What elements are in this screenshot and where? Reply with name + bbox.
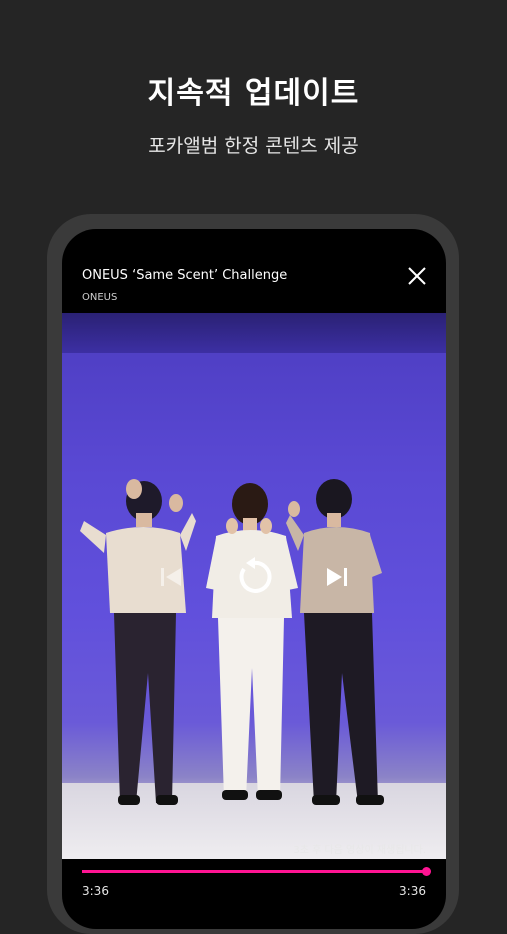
video-person-right: [286, 479, 384, 805]
headline: 지속적 업데이트: [147, 76, 360, 111]
current-time: 3:36: [82, 884, 109, 898]
replay-button[interactable]: [234, 557, 274, 601]
subline: 포카앨범 한정 콘텐츠 제공: [148, 135, 359, 157]
next-button[interactable]: [326, 567, 348, 591]
progress-bar[interactable]: [82, 867, 431, 876]
replay-icon[interactable]: [234, 557, 274, 597]
phone-screen: ONEUS ‘Same Scent’ Challenge ONEUS 3초 후 …: [62, 229, 446, 929]
total-time: 3:36: [399, 884, 426, 898]
progress-knob[interactable]: [421, 867, 431, 876]
video-ceiling: [62, 313, 446, 353]
progress-fill: [82, 870, 426, 873]
video-title: ONEUS ‘Same Scent’ Challenge: [82, 268, 288, 283]
close-icon[interactable]: [406, 265, 428, 287]
video-player[interactable]: 3초 후 다음 영상이 재생됩니다.: [62, 313, 446, 859]
previous-button[interactable]: [160, 567, 182, 591]
skip-next-icon[interactable]: [326, 567, 348, 587]
close-button[interactable]: [406, 265, 428, 287]
video-person-left: [80, 479, 196, 805]
next-video-notice: 3초 후 다음 영상이 재생됩니다.: [293, 845, 426, 856]
skip-previous-icon[interactable]: [160, 567, 182, 587]
video-artist: ONEUS: [82, 292, 118, 303]
